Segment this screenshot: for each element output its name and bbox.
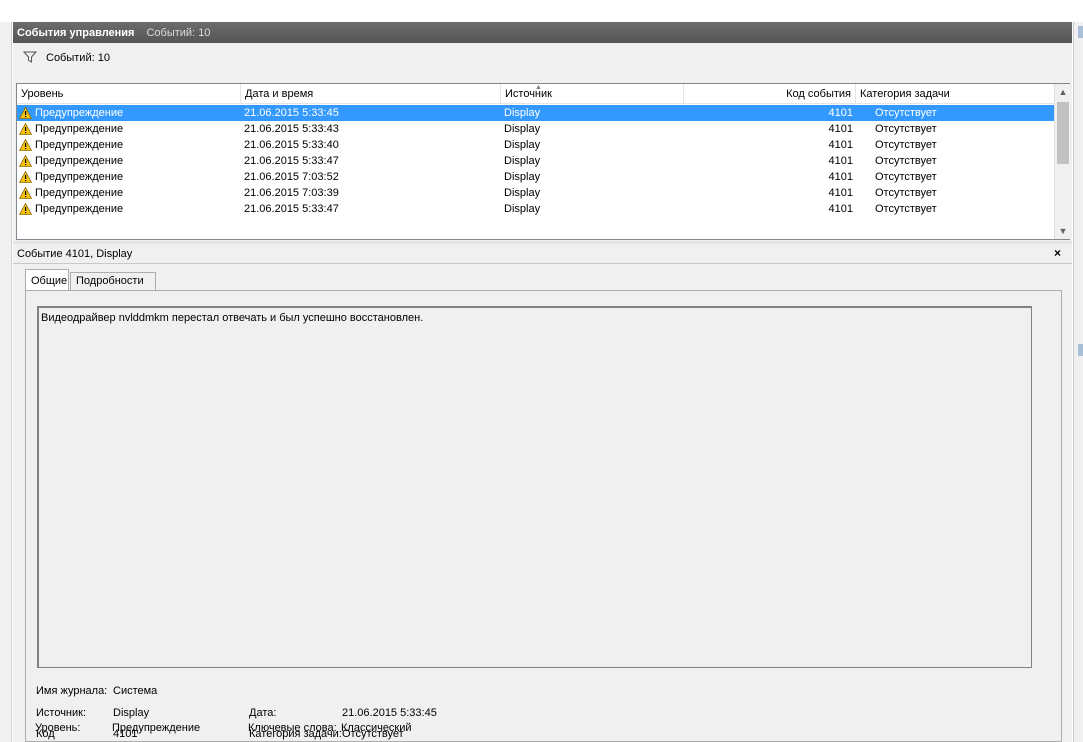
- funnel-icon[interactable]: [23, 51, 37, 63]
- event-description-text: Видеодрайвер nvlddmkm перестал отвечать …: [41, 312, 424, 324]
- panel-title: События управления: [17, 26, 135, 39]
- scroll-down-icon[interactable]: ▼: [1055, 223, 1071, 239]
- level-label: Уровень:: [35, 722, 81, 734]
- cell-event-code: 4101: [828, 187, 853, 199]
- table-row[interactable]: Предупреждение 21.06.2015 7:03:52 Displa…: [17, 169, 1054, 185]
- close-icon[interactable]: ×: [1054, 246, 1061, 260]
- cell-level: Предупреждение: [35, 139, 124, 151]
- keywords-label: Ключевые слова:: [248, 722, 337, 734]
- log-name-label: Имя журнала:: [36, 685, 108, 697]
- column-header-event-code[interactable]: Код события: [684, 84, 856, 104]
- date-label: Дата:: [249, 707, 277, 719]
- event-description-box[interactable]: Видеодрайвер nvlddmkm перестал отвечать …: [37, 306, 1032, 668]
- table-row[interactable]: Предупреждение 21.06.2015 5:33:47 Displa…: [17, 153, 1054, 169]
- event-detail-title: Событие 4101, Display: [17, 248, 133, 260]
- column-header-task-category[interactable]: Категория задачи: [856, 84, 1054, 104]
- filter-count-label: Событий: 10: [46, 52, 110, 64]
- cell-level: Предупреждение: [35, 187, 124, 199]
- table-header: Уровень Дата и время Источник ▲ Код собы…: [17, 84, 1054, 104]
- cell-task-category: Отсутствует: [875, 187, 937, 199]
- cell-task-category: Отсутствует: [875, 171, 937, 183]
- source-value: Display: [113, 707, 150, 719]
- cell-datetime: 21.06.2015 5:33:43: [244, 123, 339, 135]
- date-value: 21.06.2015 5:33:45: [342, 707, 437, 719]
- cell-task-category: Отсутствует: [875, 203, 937, 215]
- left-pane-edge: [0, 22, 12, 742]
- cell-datetime: 21.06.2015 5:33:47: [244, 203, 339, 215]
- cell-source: Display: [504, 203, 541, 215]
- cell-source: Display: [504, 187, 541, 199]
- cell-datetime: 21.06.2015 5:33:47: [244, 155, 339, 167]
- cell-level: Предупреждение: [35, 123, 124, 135]
- cell-event-code: 4101: [828, 171, 853, 183]
- cell-level: Предупреждение: [35, 107, 124, 119]
- table-vertical-scrollbar[interactable]: ▲ ▼: [1054, 84, 1070, 239]
- column-header-datetime[interactable]: Дата и время: [241, 84, 501, 104]
- cell-task-category: Отсутствует: [875, 155, 937, 167]
- table-row[interactable]: Предупреждение 21.06.2015 5:33:45 Displa…: [17, 105, 1054, 121]
- cell-source: Display: [504, 171, 541, 183]
- sort-ascending-icon: ▲: [535, 84, 542, 91]
- table-body: Предупреждение 21.06.2015 5:33:45 Displa…: [17, 105, 1054, 240]
- cell-level: Предупреждение: [35, 171, 124, 183]
- log-name-value: Система: [113, 685, 158, 697]
- column-header-source[interactable]: Источник: [501, 84, 684, 104]
- cell-event-code: 4101: [828, 139, 853, 151]
- cell-datetime: 21.06.2015 7:03:39: [244, 187, 339, 199]
- cell-task-category: Отсутствует: [875, 139, 937, 151]
- cell-task-category: Отсутствует: [875, 107, 937, 119]
- cell-datetime: 21.06.2015 7:03:52: [244, 171, 339, 183]
- panel-title-count: Событий: 10: [146, 26, 211, 39]
- actions-pane-edge: [1073, 22, 1083, 742]
- keywords-value: Классический: [341, 722, 412, 734]
- cell-event-code: 4101: [828, 107, 853, 119]
- cell-source: Display: [504, 139, 541, 151]
- table-row[interactable]: Предупреждение 21.06.2015 7:03:39 Displa…: [17, 185, 1054, 201]
- event-detail-header: Событие 4101, Display ×: [13, 244, 1072, 264]
- cell-datetime: 21.06.2015 5:33:40: [244, 139, 339, 151]
- cell-event-code: 4101: [828, 155, 853, 167]
- scrollbar-thumb[interactable]: [1057, 102, 1069, 164]
- level-value: Предупреждение: [112, 722, 201, 734]
- panel-titlebar: События управления Событий: 10: [13, 22, 1072, 43]
- event-viewer-window: События управления Событий: 10 Событий: …: [0, 0, 1083, 742]
- tab-details[interactable]: Подробности: [70, 272, 156, 290]
- general-tab-panel: Видеодрайвер nvlddmkm перестал отвечать …: [25, 290, 1062, 742]
- table-row[interactable]: Предупреждение 21.06.2015 5:33:47 Displa…: [17, 201, 1054, 217]
- events-panel: События управления Событий: 10 Событий: …: [13, 22, 1072, 742]
- table-row[interactable]: Предупреждение 21.06.2015 5:33:43 Displa…: [17, 121, 1054, 137]
- cell-task-category: Отсутствует: [875, 123, 937, 135]
- cell-event-code: 4101: [828, 203, 853, 215]
- cell-level: Предупреждение: [35, 203, 124, 215]
- cell-datetime: 21.06.2015 5:33:45: [244, 107, 339, 119]
- cell-source: Display: [504, 107, 541, 119]
- source-label: Источник:: [36, 707, 87, 719]
- events-table: Уровень Дата и время Источник ▲ Код собы…: [16, 83, 1070, 240]
- scroll-up-icon[interactable]: ▲: [1055, 84, 1071, 100]
- table-row[interactable]: Предупреждение 21.06.2015 5:33:40 Displa…: [17, 137, 1054, 153]
- tab-general[interactable]: Общие: [25, 269, 69, 290]
- cell-source: Display: [504, 155, 541, 167]
- cell-source: Display: [504, 123, 541, 135]
- actions-pane-marker: [1078, 26, 1083, 38]
- cell-level: Предупреждение: [35, 155, 124, 167]
- actions-pane-marker: [1078, 344, 1083, 356]
- column-header-level[interactable]: Уровень: [17, 84, 241, 104]
- cell-event-code: 4101: [828, 123, 853, 135]
